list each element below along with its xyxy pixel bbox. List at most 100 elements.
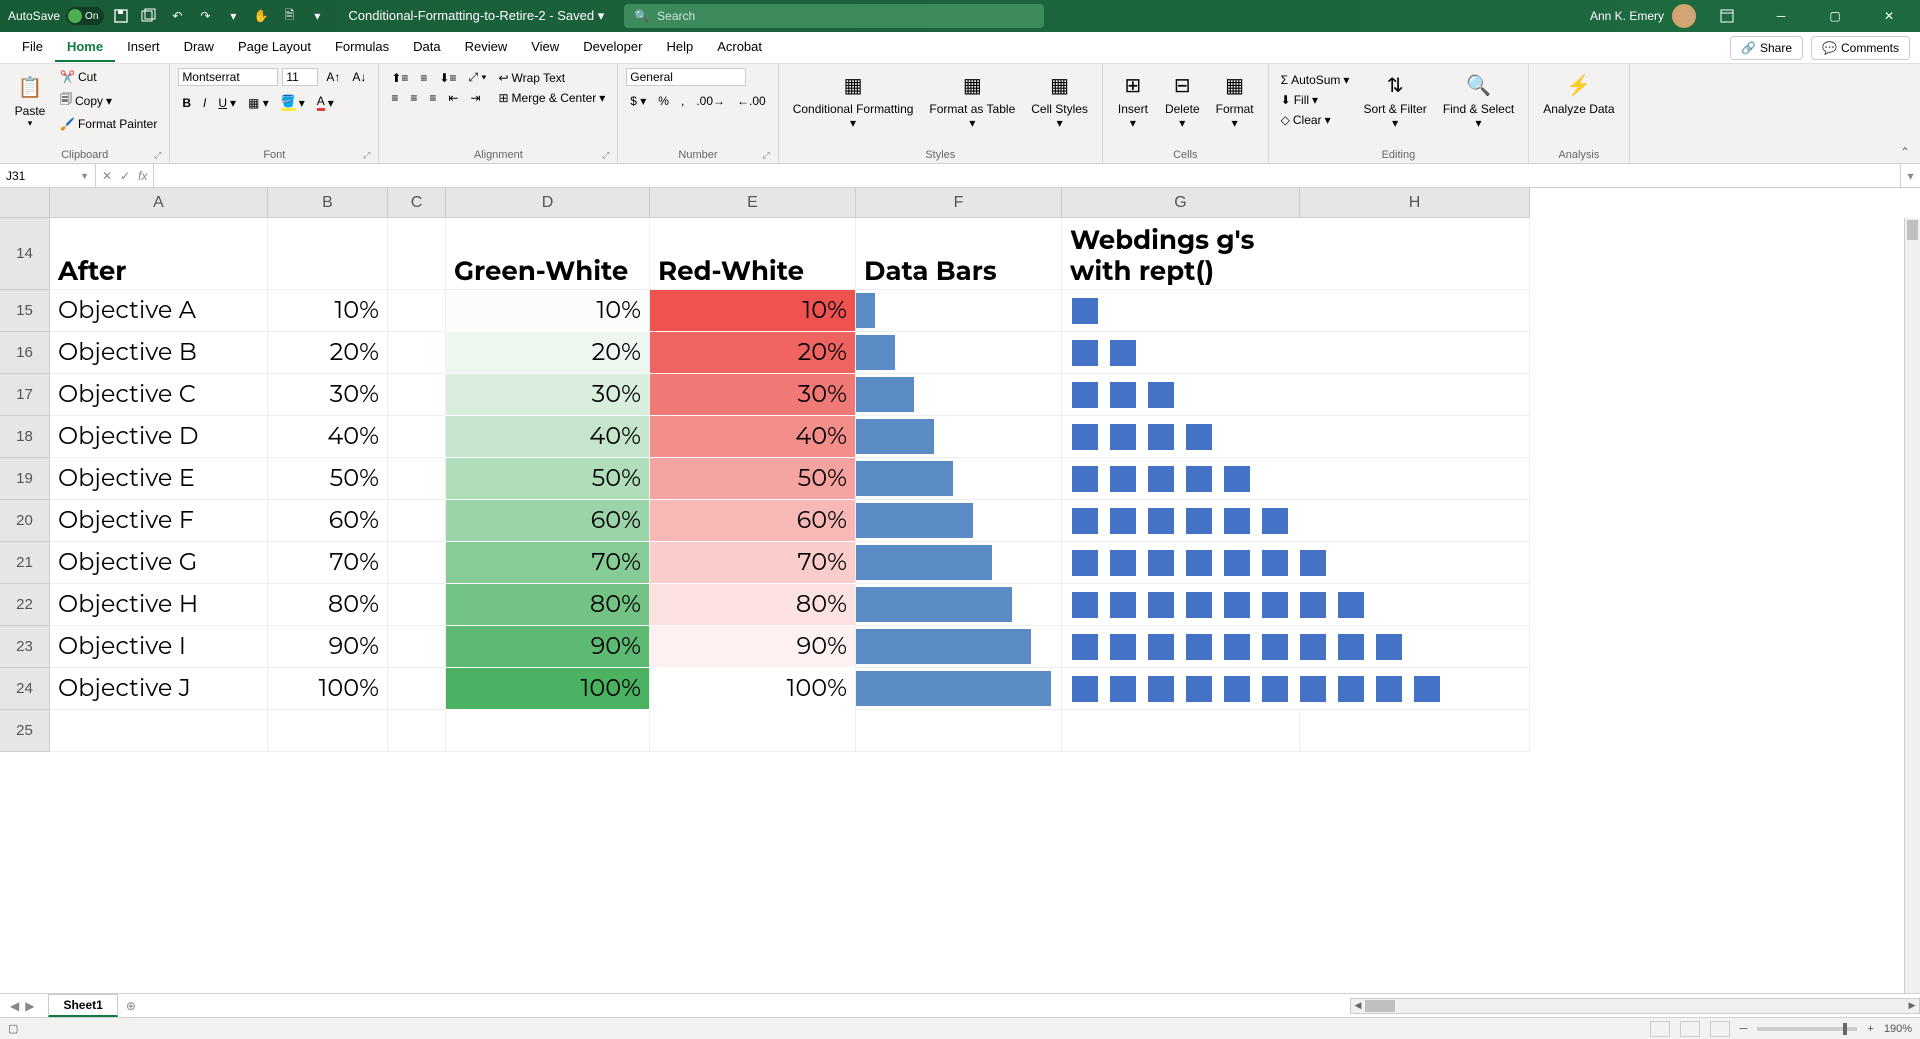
tab-data[interactable]: Data (401, 33, 452, 62)
cell-green-scale[interactable]: 100% (446, 668, 650, 710)
align-bottom-icon[interactable]: ⬇≡ (435, 69, 460, 87)
add-sheet-button[interactable]: ⊕ (118, 999, 144, 1013)
cell-red-scale[interactable]: 90% (650, 626, 856, 668)
column-header-B[interactable]: B (268, 188, 388, 218)
cell-red-scale[interactable]: 70% (650, 542, 856, 584)
maximize-button[interactable]: ▢ (1812, 0, 1858, 32)
row-header[interactable]: 20 (0, 500, 50, 542)
cell-green-scale[interactable]: 10% (446, 290, 650, 332)
font-color-button[interactable]: A ▾ (313, 92, 338, 113)
row-header[interactable]: 14 (0, 218, 50, 290)
cell-webdings[interactable] (1062, 332, 1530, 374)
column-header-A[interactable]: A (50, 188, 268, 218)
cell[interactable] (388, 374, 446, 416)
cell-objective[interactable]: Objective H (50, 584, 268, 626)
cut-button[interactable]: ✂️Cut (56, 68, 161, 86)
cell-red-scale[interactable]: 60% (650, 500, 856, 542)
find-select-button[interactable]: 🔍Find & Select ▾ (1437, 68, 1520, 133)
scroll-right-icon[interactable]: ▶ (1905, 999, 1919, 1013)
cell-percent[interactable]: 80% (268, 584, 388, 626)
cell-header-webdings[interactable]: Webdings g'swith rept() (1062, 218, 1530, 290)
qat-customize-icon[interactable]: ▾ (306, 5, 328, 27)
horizontal-scrollbar[interactable]: ◀ ▶ (1350, 998, 1920, 1014)
cell[interactable] (856, 710, 1062, 752)
cell-objective[interactable]: Objective I (50, 626, 268, 668)
delete-cells-button[interactable]: ⊟Delete ▾ (1159, 68, 1206, 133)
increase-indent-icon[interactable]: ⇥ (466, 89, 484, 107)
conditional-formatting-button[interactable]: ▦Conditional Formatting ▾ (787, 68, 920, 133)
column-header-H[interactable]: H (1300, 188, 1530, 218)
cell-percent[interactable]: 100% (268, 668, 388, 710)
cell-header-after[interactable]: After (50, 218, 268, 290)
fill-button[interactable]: ⬇ Fill ▾ (1277, 91, 1354, 109)
save-all-icon[interactable] (138, 5, 160, 27)
wrap-text-button[interactable]: ↩ Wrap Text (494, 69, 609, 87)
cell-styles-button[interactable]: ▦Cell Styles ▾ (1025, 68, 1094, 133)
row-header[interactable]: 24 (0, 668, 50, 710)
select-all-corner[interactable] (0, 188, 50, 218)
fill-color-button[interactable]: 🪣 ▾ (277, 92, 309, 113)
enter-formula-icon[interactable]: ✓ (120, 169, 130, 183)
cell-webdings[interactable] (1062, 374, 1530, 416)
cell-objective[interactable]: Objective G (50, 542, 268, 584)
column-header-F[interactable]: F (856, 188, 1062, 218)
sheet-tab[interactable]: Sheet1 (48, 994, 117, 1017)
expand-formula-bar-icon[interactable]: ▾ (1900, 164, 1920, 187)
cell-percent[interactable]: 40% (268, 416, 388, 458)
insert-cells-button[interactable]: ⊞Insert ▾ (1111, 68, 1155, 133)
cell-header-databars[interactable]: Data Bars (856, 218, 1062, 290)
row-header[interactable]: 19 (0, 458, 50, 500)
cell[interactable] (388, 500, 446, 542)
cell-data-bar[interactable] (856, 374, 1062, 416)
cell-red-scale[interactable]: 20% (650, 332, 856, 374)
cell-red-scale[interactable]: 10% (650, 290, 856, 332)
autosave-toggle[interactable]: On (66, 7, 104, 25)
formula-input[interactable] (154, 164, 1900, 187)
format-painter-button[interactable]: 🖌️Format Painter (56, 115, 161, 133)
cell-webdings[interactable] (1062, 668, 1530, 710)
decrease-font-icon[interactable]: A↓ (348, 68, 370, 86)
format-cells-button[interactable]: ▦Format ▾ (1210, 68, 1260, 133)
tab-home[interactable]: Home (55, 33, 115, 62)
normal-view-icon[interactable] (1650, 1021, 1670, 1037)
format-as-table-button[interactable]: ▦Format as Table ▾ (923, 68, 1021, 133)
name-box[interactable]: J31▼ (0, 164, 96, 187)
tab-review[interactable]: Review (453, 33, 520, 62)
document-title[interactable]: Conditional-Formatting-to-Retire-2 - Sav… (348, 8, 604, 24)
tab-developer[interactable]: Developer (571, 33, 654, 62)
cell-red-scale[interactable]: 40% (650, 416, 856, 458)
underline-button[interactable]: U ▾ (214, 94, 240, 112)
undo-icon[interactable]: ↶ (166, 5, 188, 27)
comments-button[interactable]: 💬 Comments (1811, 36, 1910, 60)
zoom-out-icon[interactable]: ─ (1740, 1023, 1748, 1035)
cell-red-scale[interactable]: 50% (650, 458, 856, 500)
cell[interactable] (388, 626, 446, 668)
cell[interactable] (650, 710, 856, 752)
cell-data-bar[interactable] (856, 584, 1062, 626)
font-launcher-icon[interactable]: ⤢ (363, 150, 370, 161)
new-file-icon[interactable]: 🗎 (278, 5, 300, 27)
cell[interactable] (388, 710, 446, 752)
increase-font-icon[interactable]: A↑ (322, 68, 344, 86)
zoom-slider[interactable] (1757, 1027, 1857, 1031)
minimize-button[interactable]: ─ (1758, 0, 1804, 32)
cell[interactable] (388, 332, 446, 374)
share-button[interactable]: 🔗 Share (1730, 36, 1803, 60)
tab-acrobat[interactable]: Acrobat (705, 33, 774, 62)
cell[interactable] (388, 290, 446, 332)
cell[interactable] (268, 710, 388, 752)
paste-button[interactable]: 📋 Paste▾ (8, 70, 52, 131)
row-header[interactable]: 23 (0, 626, 50, 668)
currency-icon[interactable]: $ ▾ (626, 92, 650, 110)
cell-webdings[interactable] (1062, 542, 1530, 584)
row-header[interactable]: 22 (0, 584, 50, 626)
cell-percent[interactable]: 70% (268, 542, 388, 584)
touch-mode-icon[interactable]: ✋ (250, 5, 272, 27)
cell-data-bar[interactable] (856, 500, 1062, 542)
cell-data-bar[interactable] (856, 332, 1062, 374)
font-size-input[interactable] (282, 68, 318, 86)
sheet-nav-prev-icon[interactable]: ◀ (10, 999, 19, 1013)
cell-percent[interactable]: 20% (268, 332, 388, 374)
redo-icon[interactable]: ↷ (194, 5, 216, 27)
cell-data-bar[interactable] (856, 626, 1062, 668)
